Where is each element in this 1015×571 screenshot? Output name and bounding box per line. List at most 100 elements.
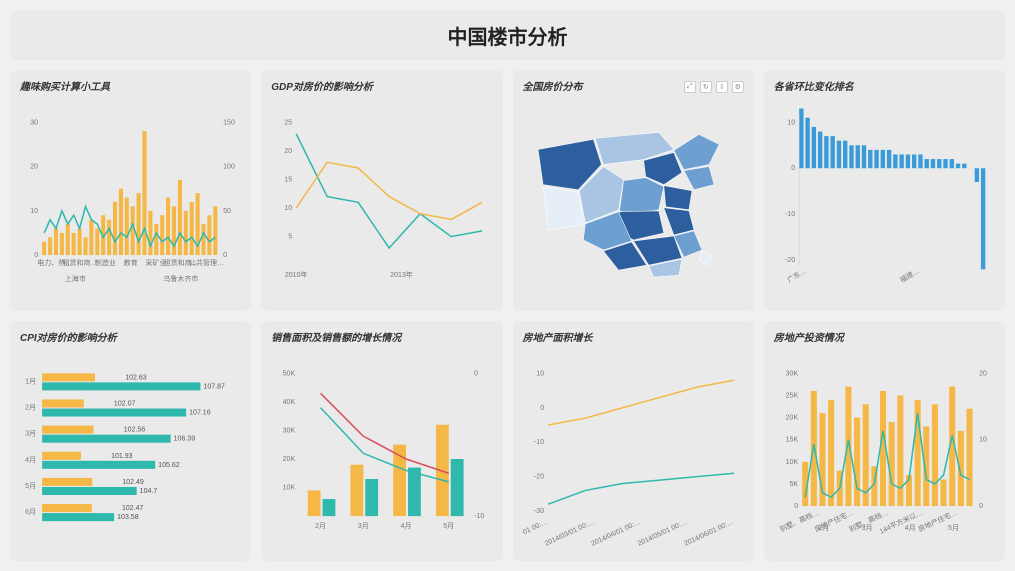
page-title: 中国楼市分析 [448,21,568,50]
svg-text:102.63: 102.63 [125,374,147,381]
svg-text:10K: 10K [785,458,798,465]
chart-c6[interactable]: 10K 20K 30K 40K 50K -10 0 2月 3月 4月 5月 [271,346,492,556]
svg-text:5月: 5月 [948,524,959,532]
svg-text:4月: 4月 [905,524,916,532]
svg-text:150: 150 [223,119,235,126]
svg-text:公共管理…: 公共管理… [189,258,224,267]
svg-text:4月: 4月 [25,455,36,463]
svg-text:-20: -20 [533,473,543,480]
svg-text:2月: 2月 [315,522,326,530]
page-title-bar: 中国楼市分析 [10,10,1005,60]
refresh-icon[interactable]: ↻ [700,81,712,93]
svg-text:30: 30 [30,119,38,126]
chart-c5[interactable]: 1月102.63107.872月102.07107.163月102.56106.… [20,346,241,556]
card-area-growth: 房地产面积增长 -30-20-10010 2014/02/01 00:…2014… [513,321,754,562]
svg-text:20: 20 [30,164,38,171]
svg-text:教育: 教育 [124,258,138,267]
svg-text:101.93: 101.93 [111,452,133,459]
svg-text:102.47: 102.47 [122,505,144,512]
chart-c3[interactable]: ⤢ ↻ ⇩ ⚙ [523,95,744,305]
card-title: 各省环比变化排名 [774,78,995,93]
chart-c8[interactable]: 05K10K15K20K25K30K01020 别墅、高档…房地产住宅…别墅、高… [774,346,995,556]
card-purchase-tool: 趣味购买计算小工具 0102030050100150 电力、热…租赁和商…制造业… [10,70,251,311]
card-grid: 趣味购买计算小工具 0102030050100150 电力、热…租赁和商…制造业… [10,70,1005,561]
svg-text:10: 10 [536,370,544,377]
chart-c2[interactable]: 510152025 2010年2013年2014年2016年 [271,95,492,305]
svg-text:2010年: 2010年 [285,270,308,279]
map-toolbar: ⤢ ↻ ⇩ ⚙ [684,81,744,93]
chart-c1[interactable]: 0102030050100150 电力、热…租赁和商…制造业教育采矿业租赁和商…… [20,95,241,305]
settings-icon[interactable]: ⚙ [732,81,744,93]
svg-text:3月: 3月 [25,429,36,437]
svg-text:-20: -20 [785,257,795,264]
svg-text:5月: 5月 [444,522,455,530]
card-investment: 房地产投资情况 05K10K15K20K25K30K01020 别墅、高档…房地… [764,321,1005,562]
svg-text:102.07: 102.07 [114,400,136,407]
svg-text:5月: 5月 [25,481,36,489]
svg-text:20: 20 [285,148,293,155]
chart-c7[interactable]: -30-20-10010 2014/02/01 00:…2014/03/01 0… [523,346,744,556]
svg-text:-10: -10 [474,513,484,520]
svg-text:30K: 30K [785,370,798,377]
card-gdp: GDP对房价的影响分析 510152025 2010年2013年2014年201… [261,70,502,311]
svg-text:广东…: 广东… [785,266,808,284]
svg-text:0: 0 [979,503,983,510]
svg-text:15: 15 [285,176,293,183]
svg-text:3月: 3月 [861,524,872,532]
dashboard-page: 中国楼市分析 趣味购买计算小工具 0102030050100150 电力、热…租… [0,0,1015,571]
svg-text:10: 10 [285,205,293,212]
card-ranking: 各省环比变化排名 -20-10010广东…福建…广西…上海…海南…重庆…甘肃… [764,70,1005,311]
card-sales: 销售面积及销售额的增长情况 10K20K30K40K50K-100 2月3月4月… [261,321,502,562]
svg-text:2014/04/01 00:…: 2014/04/01 00:… [590,518,642,547]
svg-text:25: 25 [285,119,293,126]
svg-text:103.58: 103.58 [117,514,139,521]
card-title: GDP对房价的影响分析 [271,78,492,93]
svg-text:10: 10 [979,436,987,443]
svg-text:4月: 4月 [401,522,412,530]
card-title: 房地产投资情况 [774,329,995,344]
svg-text:2014/05/01 00:…: 2014/05/01 00:… [636,518,688,547]
svg-text:1月: 1月 [25,377,36,385]
svg-text:0: 0 [34,252,38,259]
svg-text:租赁和商…: 租赁和商… [63,258,98,267]
svg-text:3月: 3月 [358,522,369,530]
svg-text:102.49: 102.49 [122,478,144,485]
svg-text:102.56: 102.56 [124,426,146,433]
svg-text:25K: 25K [785,392,798,399]
svg-text:105.62: 105.62 [158,461,180,468]
card-title: 房地产面积增长 [523,329,744,344]
svg-text:106.39: 106.39 [174,435,196,442]
svg-text:104.7: 104.7 [140,487,158,494]
svg-text:107.16: 107.16 [189,409,211,416]
svg-text:0: 0 [791,165,795,172]
svg-text:福建…: 福建… [898,266,921,284]
svg-text:-30: -30 [533,508,543,515]
card-map: 全国房价分布 ⤢ ↻ ⇩ ⚙ [513,70,754,311]
svg-text:0: 0 [223,252,227,259]
svg-text:0: 0 [794,503,798,510]
svg-text:40K: 40K [283,398,296,405]
svg-text:20K: 20K [283,456,296,463]
svg-text:制造业: 制造业 [95,258,116,267]
svg-text:50: 50 [223,208,231,215]
card-title: CPI对房价的影响分析 [20,329,241,344]
zoom-icon[interactable]: ⤢ [684,81,696,93]
svg-text:100: 100 [223,164,235,171]
svg-text:10: 10 [787,119,795,126]
chart-c4[interactable]: -20-10010广东…福建…广西…上海…海南…重庆…甘肃… [774,95,995,305]
download-icon[interactable]: ⇩ [716,81,728,93]
card-title: 趣味购买计算小工具 [20,78,241,93]
svg-text:30K: 30K [283,427,296,434]
card-cpi: CPI对房价的影响分析 1月102.63107.872月102.07107.16… [10,321,251,562]
svg-text:0: 0 [474,370,478,377]
svg-text:10: 10 [30,208,38,215]
svg-text:2月: 2月 [818,524,829,532]
svg-text:15K: 15K [785,436,798,443]
svg-text:乌鲁木齐市: 乌鲁木齐市 [163,274,198,283]
svg-text:2013年: 2013年 [391,270,414,279]
svg-text:10K: 10K [283,484,296,491]
svg-text:50K: 50K [283,370,296,377]
svg-text:2014/06/01 00:…: 2014/06/01 00:… [683,518,735,547]
svg-text:6月: 6月 [25,508,36,516]
svg-text:20K: 20K [785,414,798,421]
